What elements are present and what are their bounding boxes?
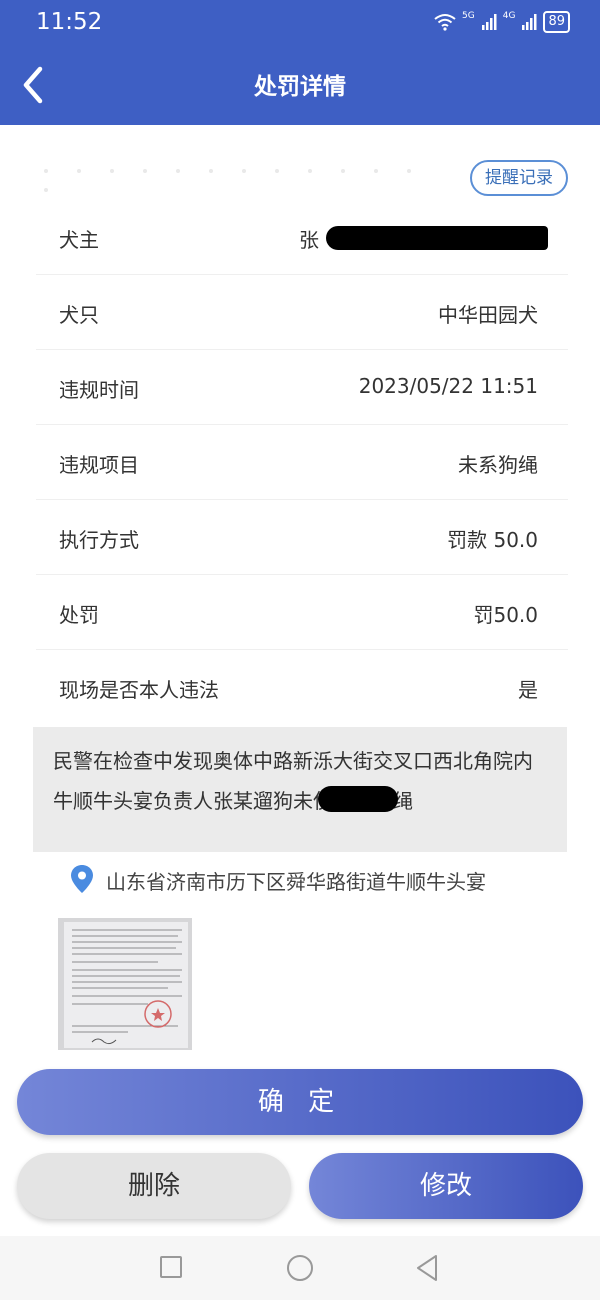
row-label: 犬主 [59,228,99,252]
redaction-mark [318,786,398,812]
row-label: 处罚 [59,603,99,627]
remind-record-button[interactable]: 提醒记录 [470,160,568,196]
row-label: 执行方式 [59,528,139,552]
row-value: 张 [299,228,319,252]
evidence-photo-thumbnail[interactable] [58,918,192,1050]
home-circle-icon[interactable] [287,1255,313,1281]
network-label-5g: 5G [462,11,475,21]
delete-button[interactable]: 删除 [17,1153,291,1219]
row-value: 罚款 50.0 [447,528,538,552]
row-value: 罚50.0 [473,603,538,627]
nav-bar: 处罚详情 [0,45,600,125]
signal-icon [522,14,537,30]
row-value: 未系狗绳 [458,453,538,477]
network-label-4g: 4G [502,11,516,21]
document-photo-image [58,918,192,1050]
row-value: 2023/05/22 11:51 [358,374,538,398]
location-pin-icon [71,865,93,893]
signal-icon [481,14,497,30]
row-label: 违规时间 [59,378,139,402]
row-label: 犬只 [59,303,99,327]
battery-icon: 89 [543,11,570,33]
row-value: 是 [518,678,538,702]
wifi-icon [434,14,456,31]
detail-row-violation-item: 违规项目 未系狗绳 [36,425,568,500]
detail-row-onsite: 现场是否本人违法 是 [36,650,568,725]
detail-row-penalty: 处罚 罚50.0 [36,575,568,650]
detail-row-dog: 犬只 中华田园犬 [36,275,568,350]
row-label: 违规项目 [59,453,139,477]
decorative-dots [44,158,444,192]
row-value: 中华田园犬 [438,303,538,327]
status-time: 11:52 [36,9,103,35]
system-icons: 5G 4G 89 [434,11,570,33]
edit-button[interactable]: 修改 [309,1153,583,1219]
location-text: 山东省济南市历下区舜华路街道牛顺牛头宴 [106,870,486,894]
description-box: 民警在检查中发现奥体中路新泺大街交叉口西北角院内牛顺牛头宴负责人张某遛狗未使用束… [33,727,567,852]
page-title: 处罚详情 [254,74,346,100]
detail-row-execution: 执行方式 罚款 50.0 [36,500,568,575]
back-triangle-icon[interactable] [415,1254,439,1282]
detail-row-violation-time: 违规时间 2023/05/22 11:51 [36,350,568,425]
status-bar: 11:52 5G 4G 89 [0,0,600,45]
redaction-mark [326,226,548,250]
detail-list: 犬主 张 犬只 中华田园犬 违规时间 2023/05/22 11:51 违规项目… [36,200,568,725]
system-nav-bar [0,1236,600,1300]
recents-square-icon[interactable] [160,1256,182,1278]
row-label: 现场是否本人违法 [59,678,219,702]
app-header: 11:52 5G 4G 89 处罚详情 [0,0,600,125]
confirm-button[interactable]: 确 定 [17,1069,583,1135]
